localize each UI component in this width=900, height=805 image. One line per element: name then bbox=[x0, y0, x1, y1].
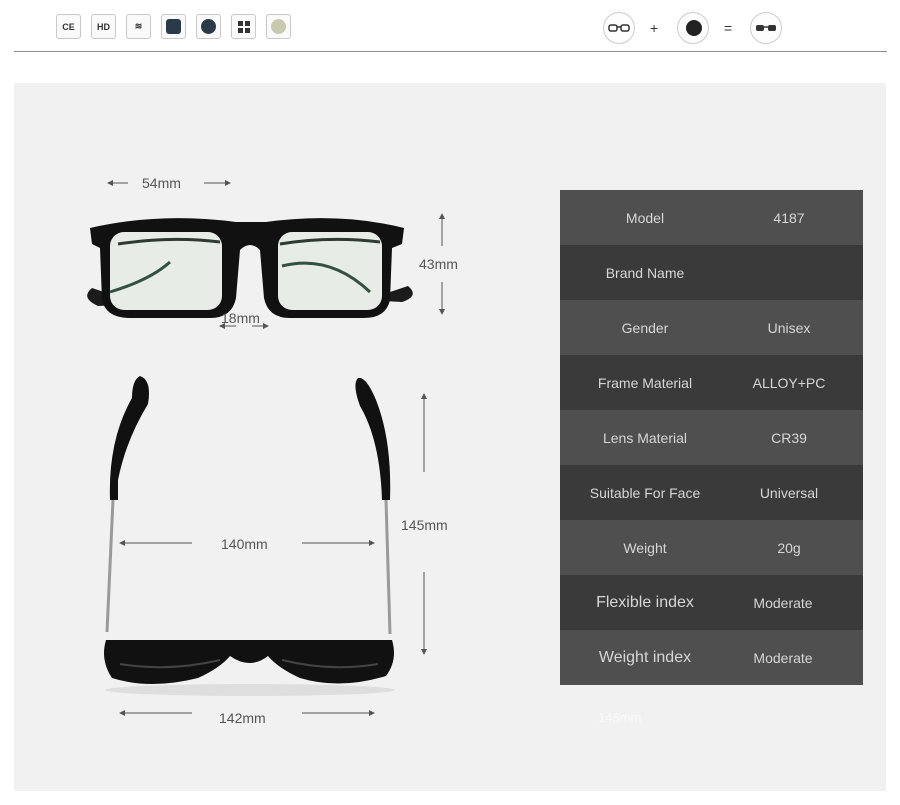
faded-dimension-label: 148mm bbox=[598, 710, 642, 725]
spec-value: Universal bbox=[759, 484, 819, 501]
lens-height-label: 43mm bbox=[419, 256, 458, 272]
spec-label: Lens Material bbox=[602, 429, 688, 446]
spec-row: Flexible index Moderate bbox=[560, 575, 863, 630]
spec-value: CR39 bbox=[771, 429, 807, 446]
spec-value: ALLOY+PC bbox=[752, 374, 826, 391]
spec-label: Frame Material bbox=[597, 374, 693, 391]
spec-row: Frame Material ALLOY+PC bbox=[560, 355, 863, 410]
temple-length-label: 145mm bbox=[401, 517, 448, 533]
spec-label: Gender bbox=[621, 319, 669, 336]
spec-row: Brand Name bbox=[560, 245, 863, 300]
spec-table: Model 4187 Brand Name Gender Unisex Fram… bbox=[560, 190, 863, 685]
spec-value: 20g bbox=[777, 539, 801, 556]
frame-width-label: 142mm bbox=[219, 710, 266, 726]
spec-row: Gender Unisex bbox=[560, 300, 863, 355]
temple-width-label: 140mm bbox=[221, 536, 268, 552]
spec-label: Weight index bbox=[598, 648, 692, 666]
spec-row: Weight 20g bbox=[560, 520, 863, 575]
spec-value: 4187 bbox=[773, 209, 805, 226]
spec-value: Moderate bbox=[753, 649, 813, 666]
spec-row: Suitable For Face Universal bbox=[560, 465, 863, 520]
spec-label: Brand Name bbox=[605, 264, 685, 281]
bridge-width-label: 18mm bbox=[221, 310, 260, 326]
spec-row: Weight index Moderate bbox=[560, 630, 863, 685]
spec-value: Unisex bbox=[767, 319, 811, 336]
spec-row: Model 4187 bbox=[560, 190, 863, 245]
spec-label: Model bbox=[625, 209, 665, 226]
lens-width-label: 54mm bbox=[142, 175, 181, 191]
spec-label: Suitable For Face bbox=[589, 484, 701, 501]
spec-value: Moderate bbox=[753, 594, 813, 611]
spec-label: Weight bbox=[623, 539, 667, 556]
spec-label: Flexible index bbox=[596, 593, 694, 611]
glasses-front-view bbox=[87, 218, 413, 318]
spec-row: Lens Material CR39 bbox=[560, 410, 863, 465]
